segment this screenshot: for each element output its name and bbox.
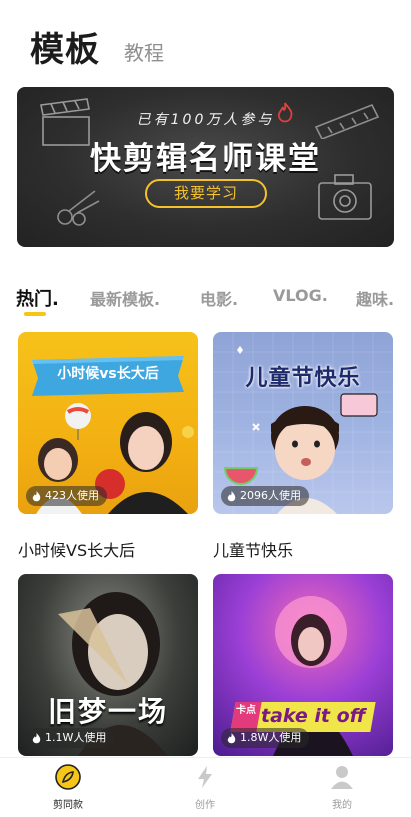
nav-label: 剪同款	[53, 800, 83, 811]
nav-cut-same[interactable]: 剪同款	[23, 764, 113, 811]
flame-icon	[32, 732, 41, 743]
camera-doodle	[318, 174, 372, 220]
tab-latest[interactable]: 最新模板.	[90, 286, 160, 310]
template-card[interactable]: 儿童节快乐 2096人使用	[213, 332, 393, 514]
card-overlay-text: 旧梦一场	[47, 695, 168, 728]
header: 模板 教程	[0, 0, 411, 80]
usage-badge: 423人使用	[26, 486, 107, 506]
leaf-icon	[55, 764, 81, 790]
learn-button[interactable]: 我要学习	[145, 179, 267, 208]
usage-count: 2096人使用	[240, 489, 301, 502]
template-card[interactable]: 旧梦一场 1.1W人使用	[18, 574, 198, 756]
card-overlay-text: 儿童节快乐	[245, 366, 361, 391]
template-card[interactable]: 小时候vs长大后 423人使用	[18, 332, 198, 514]
tab-hot[interactable]: 热门.	[16, 285, 59, 311]
template-title[interactable]: 儿童节快乐	[213, 537, 293, 561]
nav-profile[interactable]: 我的	[297, 764, 387, 811]
bottom-navigation: 剪同款 创作 我的	[0, 757, 411, 817]
card-overlay-text: take it off	[261, 705, 366, 727]
tab-templates[interactable]: 模板	[30, 22, 100, 71]
flame-icon	[32, 490, 41, 501]
usage-badge: 1.1W人使用	[26, 728, 115, 748]
tab-tutorial[interactable]: 教程	[124, 37, 164, 66]
banner-subtitle: 已有100万人参与	[136, 112, 275, 128]
promo-banner[interactable]: 已有100万人参与 快剪辑名师课堂 我要学习	[17, 87, 394, 247]
tab-movie[interactable]: 电影.	[200, 286, 238, 310]
active-tab-indicator	[24, 312, 46, 316]
tab-vlog[interactable]: VLOG.	[273, 286, 328, 305]
usage-count: 1.8W人使用	[240, 731, 302, 744]
card-overlay-text: 小时候vs长大后	[57, 366, 159, 382]
usage-count: 423人使用	[45, 489, 99, 502]
template-card[interactable]: 卡点 take it off 1.8W人使用	[213, 574, 393, 756]
tab-fun[interactable]: 趣味.	[356, 286, 394, 310]
nav-label: 我的	[332, 800, 352, 811]
person-icon	[331, 766, 353, 789]
usage-badge: 2096人使用	[221, 486, 309, 506]
usage-count: 1.1W人使用	[45, 731, 107, 744]
banner-title: 快剪辑名师课堂	[90, 141, 321, 177]
usage-badge: 1.8W人使用	[221, 728, 310, 748]
card-tag: 卡点	[236, 705, 256, 716]
lightning-icon	[198, 766, 212, 788]
nav-create[interactable]: 创作	[160, 764, 250, 811]
scissors-doodle	[57, 190, 100, 226]
nav-label: 创作	[195, 800, 215, 811]
template-title[interactable]: 小时候VS长大后	[18, 537, 135, 561]
flame-icon	[227, 732, 236, 743]
category-tabs: 热门. 最新模板. 电影. VLOG. 趣味.	[0, 282, 411, 322]
flame-icon	[227, 490, 236, 501]
